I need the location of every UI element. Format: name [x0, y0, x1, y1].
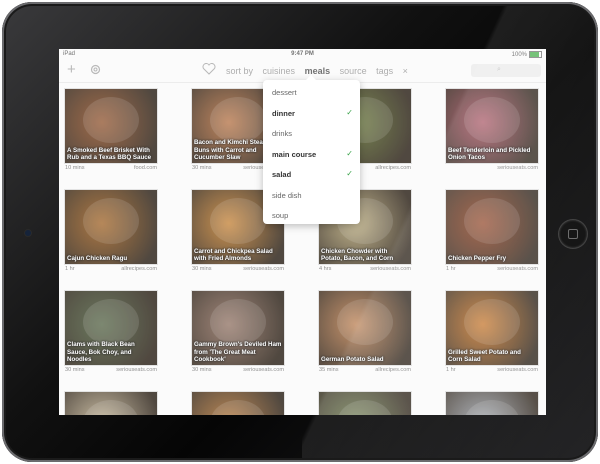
meals-dropdown: dessert dinner ✓ drinks main course ✓ salad ✓ si… — [263, 75, 360, 226]
checkmark-icon: ✓ — [346, 169, 353, 178]
meal-option[interactable]: salad ✓ — [263, 165, 360, 185]
meal-option[interactable]: dinner ✓ — [263, 104, 360, 124]
camera-icon — [25, 230, 31, 236]
meal-option-label: dinner — [272, 108, 295, 118]
meal-option[interactable]: side dish — [263, 186, 360, 206]
home-button[interactable] — [559, 220, 587, 248]
checkmark-icon: ✓ — [346, 148, 353, 158]
meal-option-label: dessert — [272, 88, 297, 97]
checkmark-icon: ✓ — [346, 107, 353, 117]
meal-option-label: salad — [272, 170, 292, 179]
meal-option-label: soup — [272, 211, 289, 220]
meal-option[interactable]: soup — [263, 206, 360, 226]
ipad-frame: iPad 9:47 PM 100% + sort by cuisines mea… — [2, 2, 598, 462]
meal-option[interactable]: main course ✓ — [263, 145, 360, 165]
meal-option-label: side dish — [272, 190, 302, 200]
meal-option[interactable]: drinks — [263, 124, 360, 144]
meal-option[interactable]: dessert — [263, 83, 360, 103]
meal-option-label: drinks — [272, 129, 293, 138]
app-screen: iPad 9:47 PM 100% + sort by cuisines mea… — [59, 49, 546, 415]
meal-option-label: main course — [272, 149, 317, 159]
